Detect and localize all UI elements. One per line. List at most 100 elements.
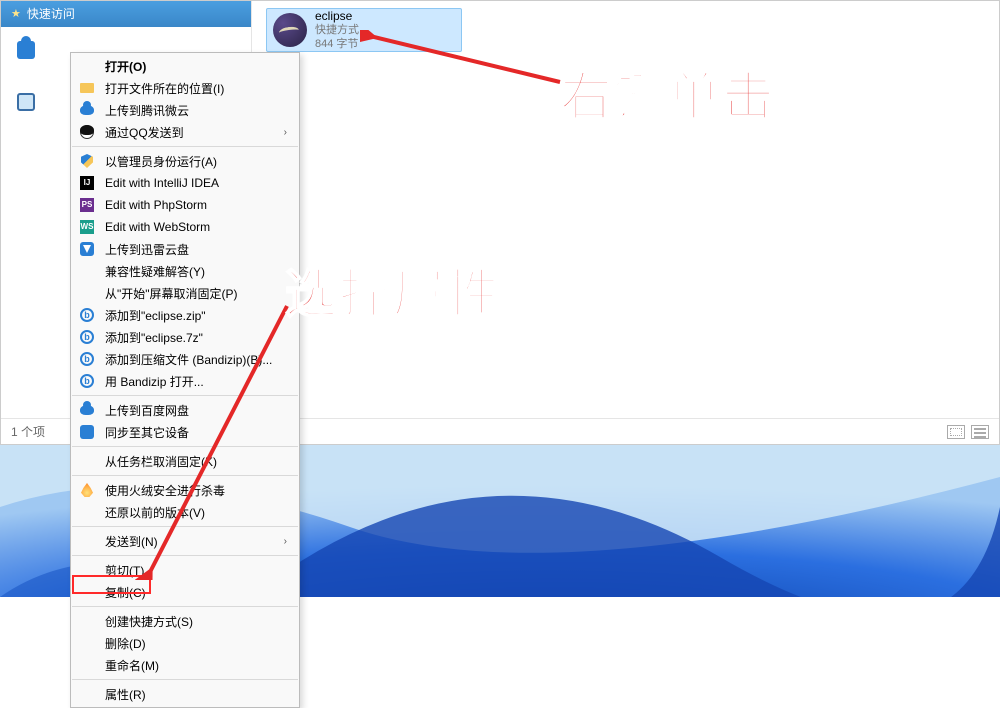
context-menu-item-label: 复制(C) — [105, 584, 287, 601]
context-menu-item-label: 使用火绒安全进行杀毒 — [105, 482, 287, 499]
qq-icon — [79, 124, 95, 140]
context-menu-item-label: 从任务栏取消固定(K) — [105, 453, 287, 470]
context-menu-item-label: Edit with IntelliJ IDEA — [105, 176, 287, 190]
context-menu-item[interactable]: 创建快捷方式(S) — [71, 610, 299, 632]
context-menu-item-label: 用 Bandizip 打开... — [105, 373, 287, 390]
context-menu-item[interactable]: 删除(D) — [71, 632, 299, 654]
file-size: 844 字节 — [315, 37, 359, 51]
shield-icon — [79, 153, 95, 169]
view-grid-icon[interactable] — [947, 425, 965, 439]
sync-icon — [79, 424, 95, 440]
sidebar-quick-access-label: 快速访问 — [27, 1, 75, 27]
blank-icon — [79, 613, 95, 629]
context-menu-item[interactable]: 上传到腾讯微云 — [71, 99, 299, 121]
context-menu-item[interactable]: 打开(O) — [71, 55, 299, 77]
blank-icon — [79, 635, 95, 651]
this-pc-icon[interactable] — [17, 93, 35, 111]
bz-icon — [79, 307, 95, 323]
annotation-select-properties: 选择属性 — [285, 252, 501, 327]
ij-icon: IJ — [79, 175, 95, 191]
blank-icon — [79, 533, 95, 549]
context-menu-item[interactable]: 同步至其它设备 — [71, 421, 299, 443]
context-menu-item[interactable]: 重命名(M) — [71, 654, 299, 676]
context-menu-item-label: 上传到腾讯微云 — [105, 102, 287, 119]
submenu-arrow-icon: › — [284, 127, 287, 138]
fire-icon — [79, 482, 95, 498]
context-menu-item-label: 添加到"eclipse.zip" — [105, 307, 287, 324]
context-menu-item-label: 剪切(T) — [105, 562, 287, 579]
file-item-eclipse[interactable]: eclipse 快捷方式 844 字节 — [266, 8, 462, 52]
context-menu-item-label: 打开文件所在的位置(I) — [105, 80, 287, 97]
file-name: eclipse — [315, 9, 359, 23]
blank-icon — [79, 686, 95, 702]
context-menu-item-label: 发送到(N) — [105, 533, 284, 550]
context-menu-item-label: 从"开始"屏幕取消固定(P) — [105, 285, 287, 302]
eclipse-icon — [273, 13, 307, 47]
context-menu-item[interactable]: 打开文件所在的位置(I) — [71, 77, 299, 99]
context-menu-separator — [72, 606, 298, 607]
xl-icon — [79, 241, 95, 257]
context-menu-item[interactable]: 从"开始"屏幕取消固定(P) — [71, 282, 299, 304]
sidebar-quick-access[interactable]: ★ 快速访问 — [1, 1, 251, 27]
submenu-arrow-icon: › — [284, 536, 287, 547]
blank-icon — [79, 584, 95, 600]
onedrive-icon[interactable] — [17, 41, 35, 59]
ws-icon: WS — [79, 219, 95, 235]
view-list-icon[interactable] — [971, 425, 989, 439]
context-menu-item-label: 上传到百度网盘 — [105, 402, 287, 419]
context-menu-item-label: 同步至其它设备 — [105, 424, 287, 441]
context-menu-item[interactable]: 属性(R) — [71, 683, 299, 705]
context-menu-item-label: 还原以前的版本(V) — [105, 504, 287, 521]
context-menu-item[interactable]: 添加到"eclipse.7z" — [71, 326, 299, 348]
annotation-right-click: 右键单击 — [560, 55, 776, 130]
context-menu-item[interactable]: 还原以前的版本(V) — [71, 501, 299, 523]
context-menu-separator — [72, 395, 298, 396]
context-menu-item-label: 兼容性疑难解答(Y) — [105, 263, 287, 280]
bz-icon — [79, 351, 95, 367]
context-menu-item[interactable]: PS Edit with PhpStorm — [71, 194, 299, 216]
context-menu-item[interactable]: 上传到百度网盘 — [71, 399, 299, 421]
baidu-icon — [79, 402, 95, 418]
context-menu-separator — [72, 526, 298, 527]
blank-icon — [79, 657, 95, 673]
star-icon: ★ — [11, 1, 21, 27]
context-menu-item[interactable]: 复制(C) — [71, 581, 299, 603]
context-menu-item[interactable]: 用 Bandizip 打开... — [71, 370, 299, 392]
context-menu-item-label: Edit with WebStorm — [105, 220, 287, 234]
blank-icon — [79, 285, 95, 301]
statusbar-item-count: 1 个项 — [11, 423, 45, 440]
context-menu-item-label: 删除(D) — [105, 635, 287, 652]
context-menu-item[interactable]: WS Edit with WebStorm — [71, 216, 299, 238]
context-menu-item-label: 属性(R) — [105, 686, 287, 703]
context-menu-item-label: Edit with PhpStorm — [105, 198, 287, 212]
blank-icon — [79, 58, 95, 74]
context-menu-item[interactable]: 剪切(T) — [71, 559, 299, 581]
context-menu-item[interactable]: 以管理员身份运行(A) — [71, 150, 299, 172]
file-type: 快捷方式 — [315, 23, 359, 37]
context-menu-separator — [72, 146, 298, 147]
blank-icon — [79, 263, 95, 279]
context-menu-item[interactable]: 添加到"eclipse.zip" — [71, 304, 299, 326]
context-menu-item-label: 重命名(M) — [105, 657, 287, 674]
context-menu-item[interactable]: IJ Edit with IntelliJ IDEA — [71, 172, 299, 194]
context-menu-item[interactable]: 兼容性疑难解答(Y) — [71, 260, 299, 282]
context-menu-item[interactable]: 添加到压缩文件 (Bandizip)(B)... — [71, 348, 299, 370]
context-menu-item-label: 添加到"eclipse.7z" — [105, 329, 287, 346]
context-menu-item[interactable]: 通过QQ发送到› — [71, 121, 299, 143]
context-menu-separator — [72, 555, 298, 556]
file-meta: eclipse 快捷方式 844 字节 — [315, 9, 359, 51]
context-menu-item-label: 打开(O) — [105, 58, 287, 75]
view-mode-icons[interactable] — [947, 425, 989, 439]
context-menu-item-label: 通过QQ发送到 — [105, 124, 284, 141]
context-menu-item-label: 以管理员身份运行(A) — [105, 153, 287, 170]
context-menu-item[interactable]: 发送到(N)› — [71, 530, 299, 552]
tcloud-icon — [79, 102, 95, 118]
ps-icon: PS — [79, 197, 95, 213]
context-menu-item[interactable]: 使用火绒安全进行杀毒 — [71, 479, 299, 501]
blank-icon — [79, 562, 95, 578]
context-menu-item[interactable]: 从任务栏取消固定(K) — [71, 450, 299, 472]
context-menu-item-label: 上传到迅雷云盘 — [105, 241, 287, 258]
context-menu-item-label: 添加到压缩文件 (Bandizip)(B)... — [105, 351, 287, 368]
context-menu: 打开(O)打开文件所在的位置(I)上传到腾讯微云通过QQ发送到›以管理员身份运行… — [70, 52, 300, 708]
context-menu-item[interactable]: 上传到迅雷云盘 — [71, 238, 299, 260]
